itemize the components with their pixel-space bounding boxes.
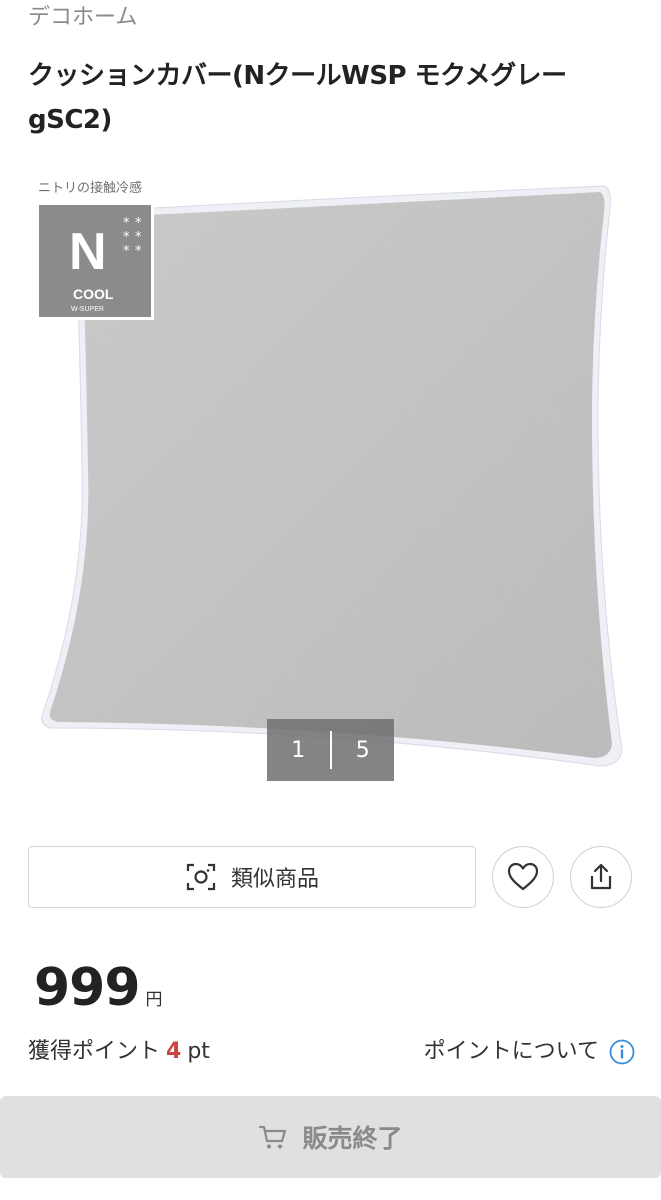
sold-out-label: 販売終了 [302,1124,403,1153]
svg-text:*: * [135,230,142,245]
sold-out-button[interactable]: 販売終了 [0,1096,661,1178]
cool-badge: N * * * * * * COOL W-SUPER [36,202,154,320]
image-counter-current: 1 [291,737,306,763]
share-button[interactable] [570,846,632,908]
svg-text:*: * [135,244,142,259]
svg-text:*: * [123,230,130,245]
image-counter: 1 5 [267,719,394,781]
earned-points-value: 4 [166,1039,182,1064]
about-points-label: ポイントについて [423,1039,599,1064]
camera-scan-icon [186,863,216,891]
similar-products-button[interactable]: 類似商品 [28,846,476,908]
svg-text:*: * [135,216,142,231]
badge-caption: ニトリの接触冷感 [38,181,143,196]
similar-products-label: 類似商品 [230,867,319,892]
svg-text:*: * [123,244,130,259]
image-counter-total: 5 [355,737,370,763]
heart-icon [507,862,539,891]
price: 999 円 [34,958,163,1028]
info-icon [609,1039,635,1065]
brand-name[interactable]: デコホーム [28,4,137,32]
earned-points-unit: pt [187,1039,210,1064]
ncool-logo-icon: N * * * * * * COOL W-SUPER [68,216,142,313]
share-icon [590,863,612,890]
svg-text:*: * [123,216,130,231]
cart-icon [259,1125,287,1149]
product-image-gallery[interactable]: ニトリの接触冷感 N * * * * * * COOL W-SUPER 1 5 [0,168,661,788]
favorite-button[interactable] [492,846,554,908]
earned-points: 獲得ポイント 4 pt [28,1034,210,1070]
price-amount: 999 [34,958,141,1018]
svg-text:COOL: COOL [73,286,114,302]
about-points-link[interactable]: ポイントについて [424,1034,635,1070]
earned-points-label: 獲得ポイント [28,1039,161,1064]
price-currency: 円 [145,990,163,1010]
svg-text:W-SUPER: W-SUPER [71,306,104,313]
product-title: クッションカバー(NクールWSP モクメグレーgSC2) [28,61,567,135]
